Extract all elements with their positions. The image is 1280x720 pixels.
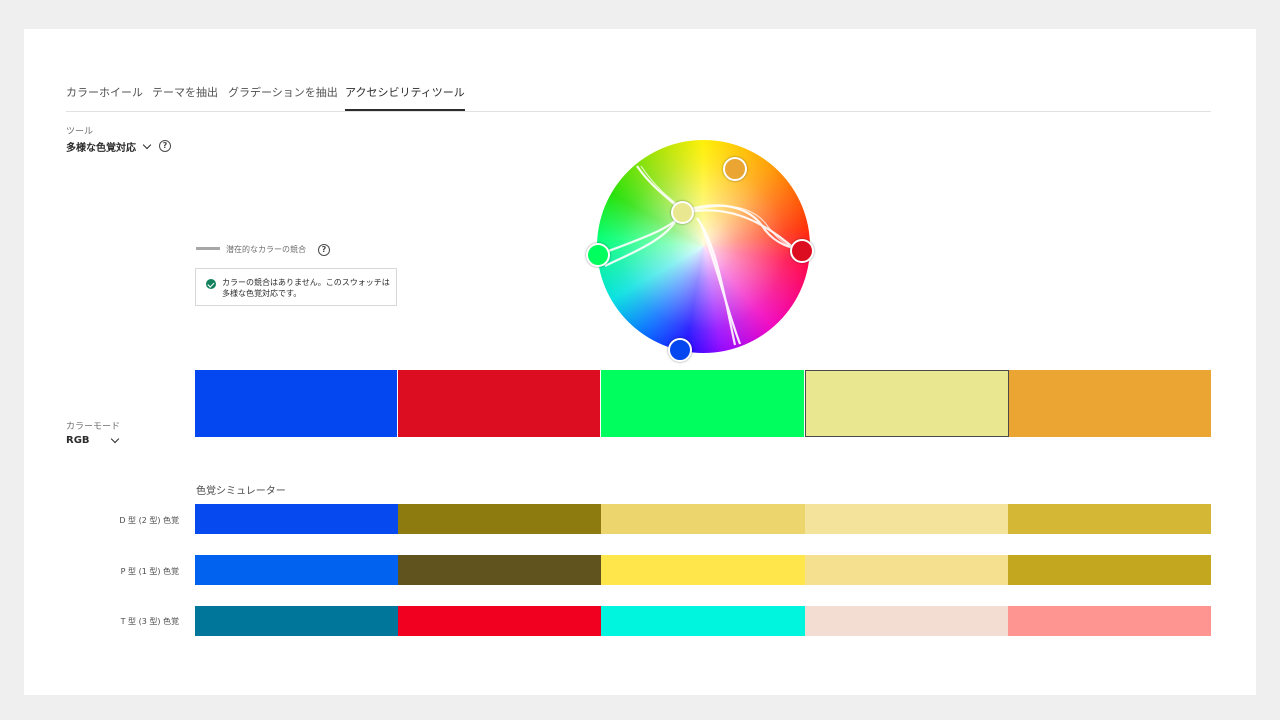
wheel-handle-green[interactable] [586, 243, 610, 267]
simulated-swatch [804, 555, 1008, 585]
simulator-row-protan [195, 555, 1212, 585]
wheel-handle-red[interactable] [790, 239, 814, 263]
conflict-lines [597, 165, 804, 346]
color-swatch[interactable] [398, 370, 602, 437]
tool-dropdown-value: 多様な色覚対応 [66, 143, 136, 154]
wheel-handle-base[interactable] [671, 201, 694, 224]
tab-extract-theme[interactable]: テーマを抽出 [152, 86, 218, 110]
conflict-line-swatch [196, 247, 220, 250]
simulated-swatch [804, 504, 1008, 534]
simulator-label-deutan: D 型 (2 型) 色覚 [119, 516, 179, 525]
conflict-line [604, 217, 679, 267]
simulated-swatch [601, 504, 805, 534]
simulated-swatch [1007, 504, 1212, 534]
help-icon[interactable]: ? [318, 244, 330, 256]
simulator-row-tritan [195, 606, 1212, 636]
simulated-swatch [398, 555, 602, 585]
wheel-handle-blue[interactable] [668, 338, 692, 362]
simulated-swatch [1007, 606, 1212, 636]
conflict-line [696, 217, 737, 346]
simulated-swatch [195, 555, 399, 585]
tool-dropdown[interactable]: 多様な色覚対応 [66, 139, 152, 154]
swatch-row [195, 370, 1212, 437]
tab-color-wheel[interactable]: カラーホイール [66, 86, 143, 110]
status-message: カラーの競合はありません。このスウォッチは多様な色覚対応です。 [195, 268, 397, 306]
simulated-swatch [195, 606, 399, 636]
color-mode-dropdown[interactable]: RGB [66, 434, 119, 446]
color-wheel[interactable] [586, 140, 814, 362]
simulator-label-protan: P 型 (1 型) 色覚 [120, 567, 179, 576]
tab-accessibility-tools[interactable]: アクセシビリティツール [345, 86, 465, 111]
tab-extract-gradient[interactable]: グラデーションを抽出 [228, 86, 338, 110]
app-panel [24, 29, 1256, 695]
tab-bar: カラーホイール テーマを抽出 グラデーションを抽出 アクセシビリティツール [66, 86, 1211, 112]
tool-label: ツール [66, 127, 94, 137]
conflict-line [699, 223, 742, 345]
color-mode-value: RGB [66, 435, 90, 446]
simulated-swatch [601, 555, 805, 585]
simulated-swatch [398, 504, 602, 534]
color-mode-label: カラーモード [66, 422, 121, 432]
simulated-swatch [398, 606, 602, 636]
check-circle-icon [206, 279, 216, 289]
help-icon[interactable]: ? [159, 140, 171, 152]
color-swatch[interactable] [804, 370, 1009, 437]
simulator-label-tritan: T 型 (3 型) 色覚 [120, 617, 179, 626]
color-swatch[interactable] [1008, 370, 1212, 437]
simulated-swatch [1007, 555, 1212, 585]
legend-label: 潜在的なカラーの競合 [226, 245, 306, 254]
wheel-handle-orange[interactable] [723, 157, 747, 181]
color-swatch[interactable] [195, 370, 399, 437]
simulated-swatch [804, 606, 1008, 636]
simulated-swatch [195, 504, 399, 534]
chevron-down-icon [142, 140, 152, 149]
color-swatch[interactable] [601, 370, 805, 437]
simulator-title: 色覚シミュレーター [196, 486, 286, 497]
status-text: カラーの競合はありません。このスウォッチは多様な色覚対応です。 [222, 278, 390, 298]
simulator-row-deutan [195, 504, 1212, 534]
chevron-down-icon [110, 434, 119, 443]
simulated-swatch [601, 606, 805, 636]
